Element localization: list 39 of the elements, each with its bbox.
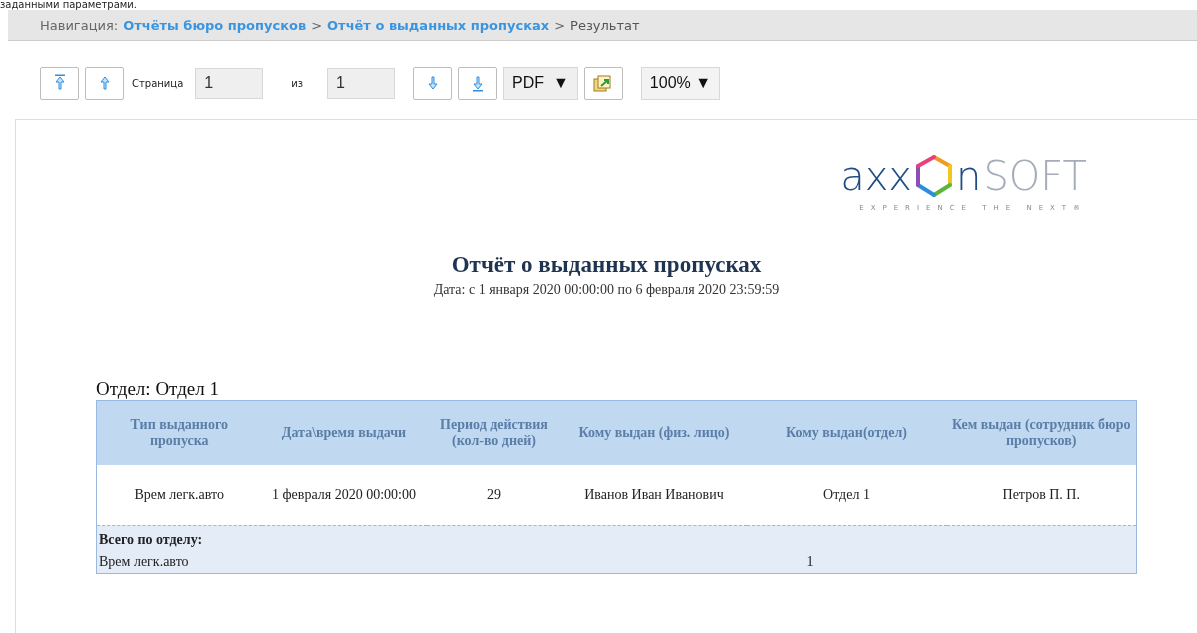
caption-text: заданными параметрами. (0, 0, 138, 10)
page-label: Страница (132, 77, 184, 89)
zoom-select[interactable]: 100% ▼ (640, 66, 721, 100)
export-button[interactable] (583, 66, 623, 100)
export-icon (593, 74, 614, 92)
breadcrumb-separator: > (554, 17, 566, 33)
table-cell: Врем легк.авто (96, 464, 262, 525)
table-cell: 1 февраля 2020 00:00:00 (261, 464, 427, 525)
hexagon-logo-icon (914, 154, 954, 198)
logo-text: axx (840, 154, 912, 198)
column-header: Период действия (кол-во дней) (426, 400, 562, 465)
breadcrumb-current: Результат (570, 17, 640, 33)
column-header: Кому выдан (физ. лицо) (561, 400, 747, 465)
logo-text: n (956, 154, 982, 198)
logo-text: SOFT (983, 154, 1087, 198)
previous-page-button[interactable] (85, 66, 124, 100)
last-page-button[interactable] (458, 66, 498, 100)
report-title: Отчёт о выданных пропусках (450, 252, 763, 278)
group-title: Отдел: Отдел 1 (96, 378, 220, 400)
report-date-range: Дата: с 1 января 2020 00:00:00 по 6 февраля 2020 23:59:59 (432, 282, 781, 298)
summary-count: 1 (746, 550, 947, 573)
next-page-button[interactable] (413, 66, 453, 100)
first-page-button[interactable] (40, 66, 79, 100)
of-label: из (291, 77, 304, 89)
page-field[interactable]: 1 (195, 67, 264, 99)
summary-cell: Врем легк.авто (96, 550, 747, 573)
total-pages-field[interactable]: 1 (327, 67, 396, 99)
breadcrumb-separator: > (311, 17, 323, 33)
table-cell: Петров П. П. (946, 464, 1137, 525)
table-cell: 29 (426, 464, 562, 525)
table-cell: Иванов Иван Иванович (561, 464, 747, 525)
column-header: Дата\время выдачи (261, 400, 427, 465)
breadcrumb-label: Навигация: (40, 17, 119, 33)
column-header: Кем выдан (сотрудник бюро пропусков) (946, 400, 1137, 465)
format-select[interactable]: PDF ▼ (503, 66, 578, 100)
table-cell: Отдел 1 (746, 464, 947, 525)
column-header: Кому выдан(отдел) (746, 400, 947, 465)
summary-title: Всего по отделу: (96, 525, 1137, 551)
column-header: Тип выданного пропуска (96, 400, 262, 465)
